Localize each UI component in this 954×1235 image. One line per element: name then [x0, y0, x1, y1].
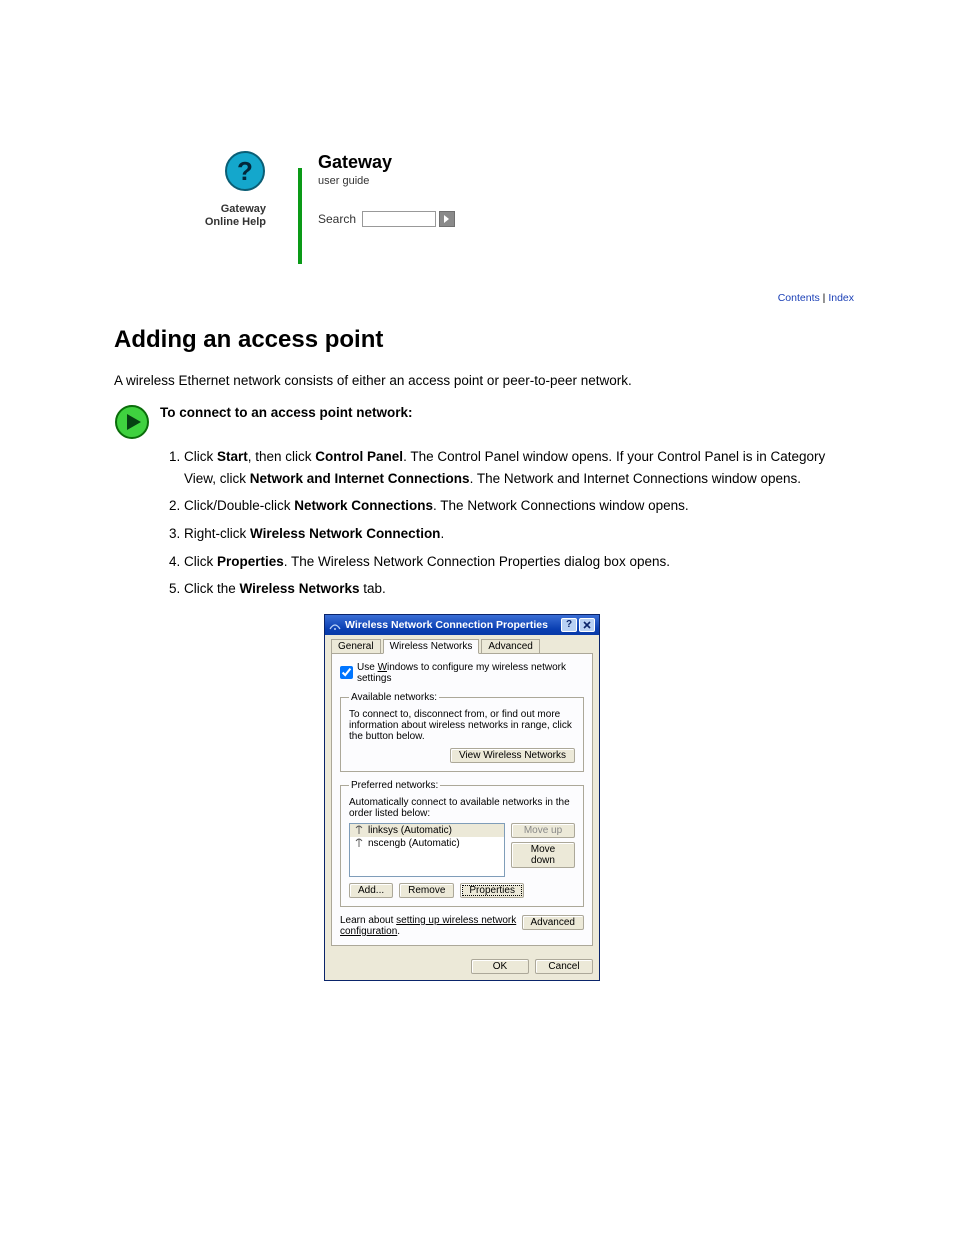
- move-down-button[interactable]: Move down: [511, 842, 575, 868]
- brand-title: Gateway: [318, 152, 854, 173]
- remove-button[interactable]: Remove: [399, 883, 454, 898]
- network-item[interactable]: linksys (Automatic): [350, 824, 504, 837]
- step-3: Right-click Wireless Network Connection.: [184, 523, 854, 545]
- tabs-row: General Wireless Networks Advanced: [325, 635, 599, 654]
- preferred-networks-list[interactable]: linksys (Automatic) nscengb (Automatic): [349, 823, 505, 877]
- page-content: Contents | Index Adding an access point …: [114, 292, 854, 981]
- tab-general[interactable]: General: [331, 639, 381, 654]
- procedure-label: To connect to an access point network:: [160, 405, 413, 420]
- top-links: Contents | Index: [114, 292, 854, 304]
- network-item[interactable]: nscengb (Automatic): [350, 837, 504, 850]
- search-input[interactable]: [362, 211, 436, 227]
- ok-button[interactable]: OK: [471, 959, 529, 974]
- use-windows-checkbox[interactable]: [340, 666, 353, 679]
- antenna-icon: [354, 838, 364, 848]
- view-wireless-networks-button[interactable]: View Wireless Networks: [450, 748, 575, 763]
- available-networks-legend: Available networks:: [349, 692, 439, 703]
- arrow-right-icon: [442, 214, 452, 224]
- add-button[interactable]: Add...: [349, 883, 393, 898]
- dialog-title: Wireless Network Connection Properties: [345, 619, 559, 631]
- antenna-icon: [354, 825, 364, 835]
- step-4: Click Properties. The Wireless Network C…: [184, 551, 854, 573]
- preferred-networks-group: Preferred networks: Automatically connec…: [340, 780, 584, 907]
- dialog-titlebar[interactable]: Wireless Network Connection Properties ?: [325, 615, 599, 635]
- advanced-button[interactable]: Advanced: [522, 915, 584, 930]
- step-2: Click/Double-click Network Connections. …: [184, 495, 854, 517]
- preferred-networks-legend: Preferred networks:: [349, 780, 440, 791]
- close-button[interactable]: [579, 618, 595, 632]
- page-header: ? Gateway Online Help Gateway user guide…: [114, 150, 854, 228]
- help-brand-label: Gateway Online Help: [114, 203, 266, 228]
- page-title: Adding an access point: [114, 326, 854, 354]
- search-go-button[interactable]: [439, 211, 455, 227]
- contents-link[interactable]: Contents: [778, 292, 820, 304]
- wireless-properties-dialog: Wireless Network Connection Properties ?…: [324, 614, 600, 981]
- wireless-icon: [329, 619, 341, 631]
- move-up-button[interactable]: Move up: [511, 823, 575, 838]
- cancel-button[interactable]: Cancel: [535, 959, 593, 974]
- dialog-footer: OK Cancel: [325, 953, 599, 980]
- help-button[interactable]: ?: [561, 618, 577, 632]
- available-networks-text: To connect to, disconnect from, or find …: [349, 709, 575, 742]
- step-5: Click the Wireless Networks tab.: [184, 578, 854, 600]
- learn-text: Learn about setting up wireless network …: [340, 915, 522, 937]
- step-list: Click Start, then click Control Panel. T…: [160, 446, 854, 600]
- available-networks-group: Available networks: To connect to, disco…: [340, 692, 584, 772]
- preferred-networks-text: Automatically connect to available netwo…: [349, 797, 575, 819]
- svg-text:?: ?: [237, 156, 253, 186]
- tab-wireless-networks[interactable]: Wireless Networks: [383, 639, 480, 654]
- properties-button[interactable]: Properties: [460, 883, 524, 898]
- step-1: Click Start, then click Control Panel. T…: [184, 446, 854, 489]
- close-icon: [583, 621, 591, 629]
- header-divider: [298, 168, 302, 264]
- intro-paragraph: A wireless Ethernet network consists of …: [114, 372, 854, 390]
- index-link[interactable]: Index: [828, 292, 854, 304]
- use-windows-label: Use Windows to configure my wireless net…: [357, 662, 584, 684]
- tab-advanced[interactable]: Advanced: [481, 639, 539, 654]
- brand-subtitle: user guide: [318, 175, 854, 187]
- tab-panel-wireless: Use Windows to configure my wireless net…: [331, 653, 593, 946]
- help-icon: ?: [224, 150, 266, 192]
- search-label: Search: [318, 212, 356, 226]
- play-icon: [114, 404, 150, 440]
- search-row: Search: [318, 211, 854, 227]
- procedure-heading: To connect to an access point network:: [114, 404, 854, 440]
